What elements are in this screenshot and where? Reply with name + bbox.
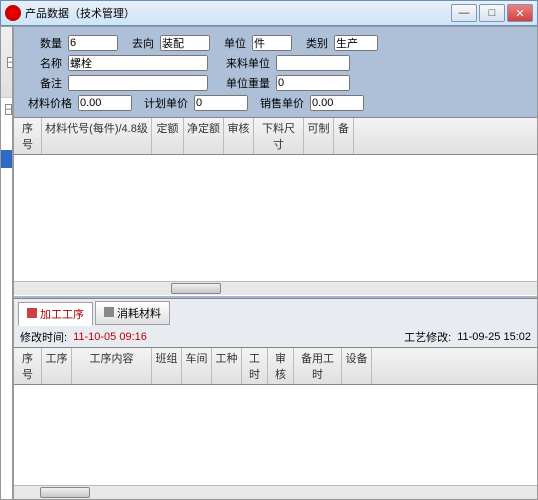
tree-node[interactable]: GB/T 41（M16）/4.8 [18]螺 [1,420,12,438]
grid1-header: 序号材料代号(每件)/4.8级定额净定额审核下料尺寸可制备 [14,117,537,155]
tree-node[interactable]: +Q100150-110-02-00 [1]导水套 [1,168,12,186]
col-header[interactable]: 备 [334,118,354,154]
unit-input[interactable] [252,35,292,51]
tree-node[interactable]: Q100150-110-08 [2]下叶轮 [1,276,12,294]
col-header[interactable]: 工种 [212,348,242,384]
tree-node[interactable]: Q100150-110-10 [2]下导叶 [1,312,12,330]
matprice-input[interactable] [78,95,132,111]
expand-icon[interactable]: − [5,104,12,115]
tree-node[interactable]: Q100150-110-09 [1]上导叶 [1,294,12,312]
tree-node[interactable]: Q100150-110-14 [1]出线压盖 [1,384,12,402]
window-title: 产品数据（技术管理） [25,5,451,21]
saleprice-label: 销售单价 [254,95,304,111]
planprice-input[interactable] [194,95,248,111]
tree-node[interactable]: Q100150-110-07 [1]上叶轮 [1,258,12,276]
rev-value: 11-09-25 15:02 [457,331,531,343]
tree-node-selected[interactable]: GB5782（M12*40）/4.8级 [6] [1,150,12,168]
tree-node[interactable]: YBQ-110/4N-01-00 [1]矿用隔 [1,402,12,420]
col-header[interactable]: 可制 [304,118,334,154]
tree-pane: − 定型产品 − BQS系列 [1]矿用隔爆型潜水排沙电泵 − 110kW − … [0,26,13,500]
name-label: 名称 [22,55,62,71]
route-label: 去向 [124,35,154,51]
form-panel-real: 数量 去向 单位 类别 名称 来料单位 备注 单位重量 [14,29,537,117]
tree-node[interactable]: Q100150-110-13 [3]滤网 [1,366,12,384]
tab-process[interactable]: 加工工序 [18,302,93,326]
col-header[interactable]: 材料代号(每件)/4.8级 [42,118,152,154]
type-input[interactable] [334,35,378,51]
col-header[interactable]: 审核 [268,348,294,384]
planprice-label: 计划单价 [138,95,188,111]
tree-node[interactable]: Q100150-110-03 [1]出水嘴 [1,186,12,204]
mod-label: 修改时间: [20,329,67,345]
uw-label: 单位重量 [214,75,270,91]
col-header[interactable]: 备用工时 [294,348,342,384]
col-header[interactable]: 审核 [224,118,254,154]
route-input[interactable] [160,35,210,51]
maximize-button[interactable]: □ [479,4,505,22]
grid2-body[interactable] [14,385,537,499]
tree-node[interactable]: Q100150-110-05 [1]泵体 [1,222,12,240]
tree-node[interactable]: Q100150-110-11 [1]底座 [1,330,12,348]
col-header[interactable]: 定额 [152,118,184,154]
tree-node[interactable]: GB3452.1（170*5.3） [1]O型 [1,456,12,474]
qty-input[interactable] [68,35,118,51]
col-header[interactable]: 工时 [242,348,268,384]
product-tree[interactable]: − BQS系列 [1]矿用隔爆型潜水排沙电泵 − 110kW − BQS100-… [1,98,12,499]
tree-node[interactable]: GB3452.1（530*5.3） [1]O型 [1,474,12,492]
mod-value: 11-10-05 09:16 [73,331,147,343]
minimize-button[interactable]: — [451,4,477,22]
col-header[interactable]: 序号 [14,348,42,384]
grid2-header: 序号工序工序内容班组车间工种工时审核备用工时设备 [14,347,537,385]
qty-label: 数量 [22,35,62,51]
tree-node[interactable]: Q100150-110-04 [1]逆止阀 [1,204,12,222]
col-header[interactable]: 设备 [342,348,372,384]
consume-icon [104,307,114,317]
tree-node[interactable]: Q100150-110-12 [12]双头螺柱 [1,348,12,366]
process-icon [27,308,37,318]
saleprice-input[interactable] [310,95,364,111]
col-header[interactable]: 下料尺寸 [254,118,304,154]
tab-consume[interactable]: 消耗材料 [95,301,170,325]
note-label: 备注 [22,75,62,91]
grid1-hscroll[interactable] [14,281,537,295]
grid1-body[interactable] [14,155,537,295]
col-header[interactable]: 序号 [14,118,42,154]
col-header[interactable]: 工序 [42,348,72,384]
tabs-row: 加工工序 消耗材料 [14,299,537,327]
tree-node[interactable]: GB3452.1（630*5.3） [1]O型 [1,492,12,499]
col-header[interactable]: 净定额 [184,118,224,154]
tree-root[interactable]: − BQS系列 [1]矿用隔爆型潜水排沙电泵 [1,100,12,118]
tree-node[interactable]: − 110kW [1,118,12,134]
grid2-hscroll[interactable] [14,485,537,499]
status-line: 修改时间: 11-10-05 09:16 工艺修改: 11-09-25 15:0… [14,327,537,347]
srcunit-input[interactable] [276,55,350,71]
col-header[interactable]: 车间 [182,348,212,384]
name-input[interactable] [68,55,208,71]
close-button[interactable]: ✕ [507,4,533,22]
col-header[interactable]: 班组 [152,348,182,384]
tree-node[interactable]: Q100150-110-06 [2]中段 [1,240,12,258]
col-header[interactable]: 工序内容 [72,348,152,384]
uw-input[interactable] [276,75,350,91]
matprice-label: 材料价格 [22,95,72,111]
note-input[interactable] [68,75,208,91]
rev-label: 工艺修改: [404,329,451,345]
tree-node[interactable]: GB1096-10*8*50 [3]平键 [1,438,12,456]
tree-node[interactable]: − BQS100-150/3-110/N [] [1,134,12,150]
unit-label: 单位 [216,35,246,51]
srcunit-label: 来料单位 [214,55,270,71]
app-icon [5,5,21,21]
type-label: 类别 [298,35,328,51]
